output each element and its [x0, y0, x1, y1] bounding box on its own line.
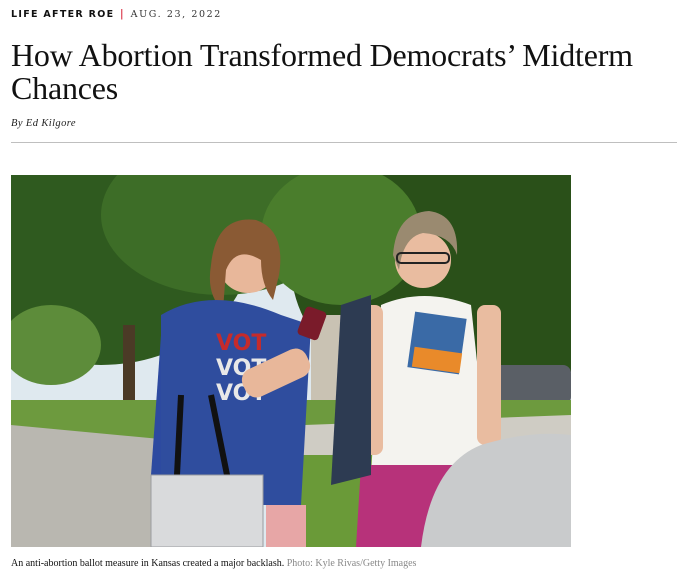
lead-photo[interactable]: VOT VOT VOT — [11, 175, 571, 547]
right-woman-arm-right — [477, 305, 501, 445]
left-woman-shorts — [266, 505, 306, 547]
tshirt-text-1: VOT — [216, 331, 266, 356]
photo-caption: An anti-abortion ballot measure in Kansa… — [11, 558, 416, 569]
header-divider — [11, 142, 677, 143]
tote-bag — [150, 474, 264, 547]
byline-prefix: By — [11, 118, 23, 129]
headline: How Abortion Transformed Democrats’ Midt… — [11, 37, 633, 106]
publish-date: AUG. 23, 2022 — [130, 9, 222, 20]
section-label[interactable]: LIFE AFTER ROE — [11, 9, 114, 20]
caption-text: An anti-abortion ballot measure in Kansa… — [11, 558, 285, 569]
author-link[interactable]: Ed Kilgore — [26, 118, 76, 129]
photo-credit: Photo: Kyle Rivas/Getty Images — [286, 558, 417, 569]
photo-illustration: VOT VOT VOT — [11, 175, 571, 547]
rubric-separator: | — [120, 8, 125, 20]
byline: By Ed Kilgore — [11, 118, 76, 129]
article-rubric: LIFE AFTER ROE | AUG. 23, 2022 — [11, 8, 222, 20]
